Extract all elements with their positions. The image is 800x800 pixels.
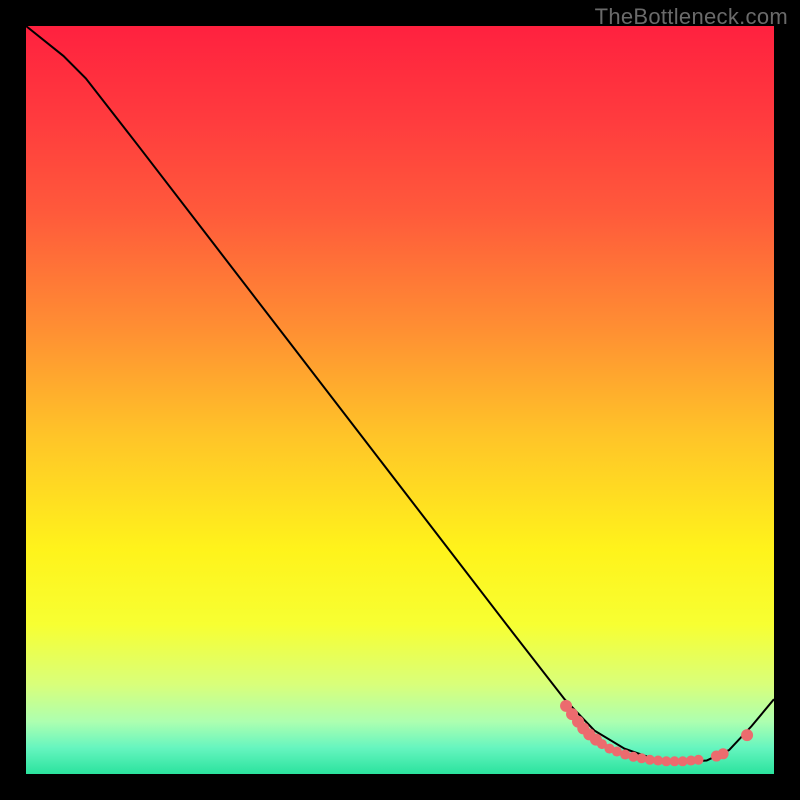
chart-frame: TheBottleneck.com xyxy=(0,0,800,800)
curve-marker xyxy=(693,755,703,765)
curve-marker xyxy=(718,748,729,759)
watermark-label: TheBottleneck.com xyxy=(595,4,788,30)
chart-svg xyxy=(26,26,774,774)
curve-marker xyxy=(741,729,753,741)
plot-area xyxy=(26,26,774,774)
chart-background xyxy=(26,26,774,774)
